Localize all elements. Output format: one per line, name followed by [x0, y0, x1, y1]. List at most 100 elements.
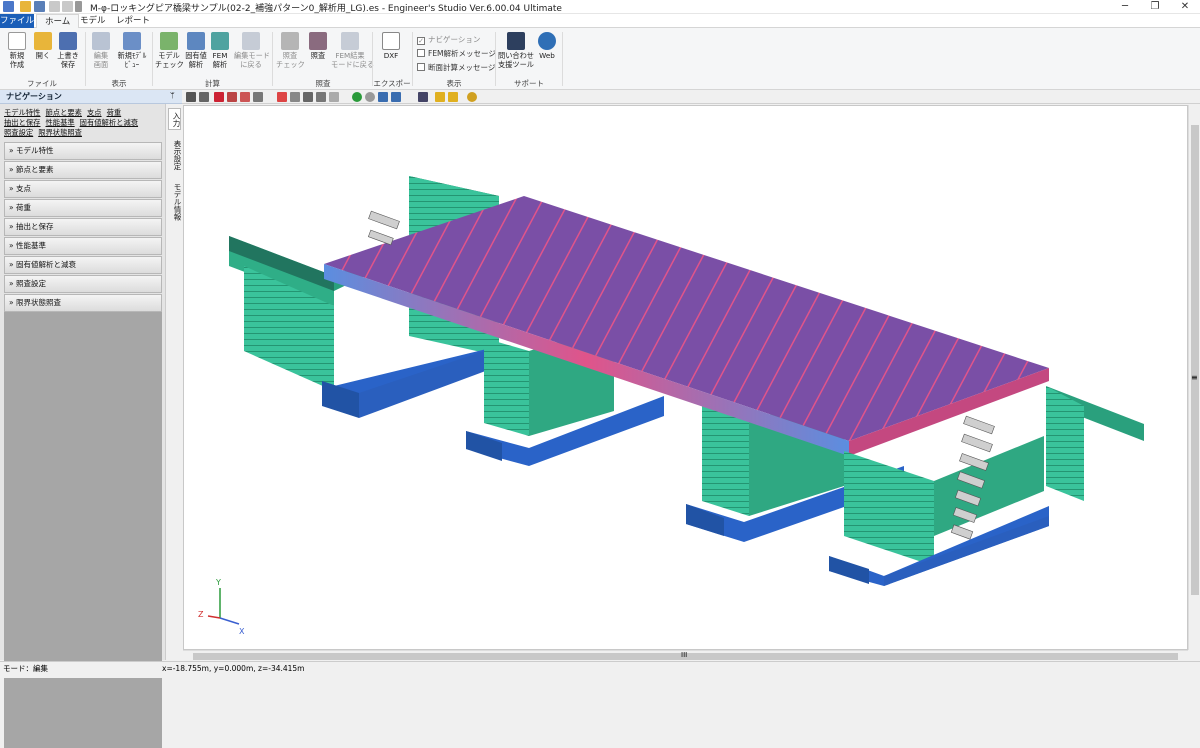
- ribbon-tabs: ファイル ホーム モデル レポート: [0, 14, 1200, 29]
- save-icon: [59, 32, 77, 50]
- nav-link[interactable]: 荷重: [107, 108, 122, 117]
- fem-message-checkbox[interactable]: FEM解析メッセージ: [417, 48, 496, 59]
- group-calc-label: 計算: [205, 79, 220, 88]
- model-check-button[interactable]: モデル チェック: [155, 32, 184, 69]
- verify-button[interactable]: 照査: [306, 32, 330, 61]
- save-button[interactable]: 上書き 保存: [56, 32, 80, 69]
- group-verify-label: 照査: [315, 79, 331, 88]
- edit-screen-icon: [92, 32, 110, 50]
- vertical-scroll-thumb[interactable]: [1191, 125, 1199, 595]
- open-quick-icon[interactable]: [20, 1, 31, 12]
- table-edit-icon[interactable]: [448, 92, 458, 102]
- pan-icon[interactable]: [303, 92, 313, 102]
- pin-icon[interactable]: ᛘ: [170, 91, 175, 100]
- zoom-window-icon[interactable]: [277, 92, 287, 102]
- axis-x-label: X: [239, 627, 245, 636]
- back-fem-icon: [341, 32, 359, 50]
- zoom-icon[interactable]: [290, 92, 300, 102]
- verify-check-button[interactable]: 照査 チェック: [276, 32, 305, 69]
- save-quick-icon[interactable]: [34, 1, 45, 12]
- model-check-icon: [160, 32, 178, 50]
- eigen-analysis-button[interactable]: 固有値 解析: [184, 32, 208, 69]
- fem-analysis-button[interactable]: FEM 解析: [209, 32, 231, 69]
- nav-link[interactable]: 抽出と保存: [4, 118, 40, 127]
- info-icon: [538, 32, 556, 50]
- dxf-icon: [382, 32, 400, 50]
- box-select-icon[interactable]: [199, 92, 209, 102]
- forward-icon[interactable]: [352, 92, 362, 102]
- navigation-title: ナビゲーション: [0, 90, 182, 104]
- axis-triad: Y Z X: [198, 578, 245, 636]
- model-viewport[interactable]: Y Z X: [183, 105, 1188, 650]
- tab-report[interactable]: レポート: [108, 14, 158, 28]
- close-button[interactable]: ✕: [1171, 0, 1199, 14]
- verify-icon: [309, 32, 327, 50]
- nav-section-nodes-elements[interactable]: » 節点と要素: [4, 161, 162, 179]
- nav-link[interactable]: 性能基準: [45, 118, 74, 127]
- vertical-scrollbar[interactable]: ≡: [1188, 105, 1200, 650]
- navigation-checkbox[interactable]: ✓ ナビゲーション: [417, 34, 480, 45]
- nav-link[interactable]: 支点: [87, 108, 102, 117]
- nav-section-extract-save[interactable]: » 抽出と保存: [4, 218, 162, 236]
- dxf-button[interactable]: DXF: [379, 32, 403, 61]
- display-2d-icon[interactable]: [378, 92, 388, 102]
- nav-links: モデル特性 節点と要素 支点 荷重 抽出と保存 性能基準 固有値解析と減衰 照査設定 限界状…: [4, 108, 162, 138]
- stop-icon[interactable]: [365, 92, 375, 102]
- display-3d-icon[interactable]: [391, 92, 401, 102]
- table-icon[interactable]: [435, 92, 445, 102]
- back-to-fem-button[interactable]: FEM結果 モードに戻る: [331, 32, 374, 69]
- quick-access-dropdown-icon[interactable]: [75, 1, 82, 12]
- reset-view-icon[interactable]: [329, 92, 339, 102]
- back-to-edit-button[interactable]: 編集モード に戻る: [234, 32, 270, 69]
- vtab-display-settings[interactable]: 表示設定: [168, 136, 182, 174]
- nav-empty-area: [4, 312, 162, 748]
- view-iso-icon[interactable]: [214, 92, 224, 102]
- view-top-icon[interactable]: [253, 92, 263, 102]
- web-button[interactable]: Web: [537, 32, 557, 61]
- nav-section-verify-settings[interactable]: » 照査設定: [4, 275, 162, 293]
- view-side-icon[interactable]: [240, 92, 250, 102]
- nav-section-limit-state[interactable]: » 限界状態照査: [4, 294, 162, 312]
- view-front-icon[interactable]: [227, 92, 237, 102]
- eigen-icon: [187, 32, 205, 50]
- nav-section-supports[interactable]: » 支点: [4, 180, 162, 198]
- redo-icon[interactable]: [62, 1, 73, 12]
- nav-link[interactable]: 限界状態照査: [38, 128, 82, 137]
- verify-check-icon: [281, 32, 299, 50]
- nav-section-eigen-damping[interactable]: » 固有値解析と減衰: [4, 256, 162, 274]
- select-all-icon[interactable]: [186, 92, 196, 102]
- edit-screen-button[interactable]: 編集 画面: [88, 32, 114, 69]
- nav-section-performance[interactable]: » 性能基準: [4, 237, 162, 255]
- group-display-label: 表示: [446, 79, 462, 88]
- nav-section-model-properties[interactable]: » モデル特性: [4, 142, 162, 160]
- new-button[interactable]: 新規 作成: [5, 32, 29, 69]
- nav-link[interactable]: 固有値解析と減衰: [80, 118, 138, 127]
- restore-button[interactable]: ❐: [1141, 0, 1169, 14]
- search-icon[interactable]: [467, 92, 477, 102]
- ribbon-separator: [495, 32, 496, 86]
- support-tool-button[interactable]: 問い合わせ 支援ツール: [498, 32, 534, 69]
- status-coordinates: x=-18.755m, y=0.000m, z=-34.415m: [162, 664, 305, 673]
- new-model-view-button[interactable]: 新規ﾓﾃﾞﾙ ﾋﾞｭｰ: [115, 32, 149, 69]
- open-button[interactable]: 開く: [32, 32, 54, 61]
- axis-y-label: Y: [215, 578, 221, 587]
- section-message-checkbox[interactable]: 断面計算メッセージ: [417, 62, 495, 73]
- nav-link[interactable]: 節点と要素: [45, 108, 81, 117]
- ribbon: 新規 作成 開く 上書き 保存 ファイル 編集 画面 新規ﾓﾃﾞﾙ ﾋﾞｭｰ 表…: [0, 28, 1200, 99]
- navigation-panel: ナビゲーション ᛘ モデル特性 節点と要素 支点 荷重 抽出と保存 性能基準 固有値解析と…: [0, 90, 182, 748]
- nav-link[interactable]: 照査設定: [4, 128, 33, 137]
- check-icon: ✓: [417, 37, 425, 45]
- horizontal-scrollbar[interactable]: III: [183, 650, 1188, 661]
- nav-link[interactable]: モデル特性: [4, 108, 40, 117]
- scroll-grip-icon: III: [681, 651, 688, 659]
- undo-icon[interactable]: [49, 1, 60, 12]
- vtab-input[interactable]: 入力: [168, 108, 181, 130]
- folder-icon: [34, 32, 52, 50]
- select-mode-icon[interactable]: [418, 92, 428, 102]
- nav-section-loads[interactable]: » 荷重: [4, 199, 162, 217]
- rotate-icon[interactable]: [316, 92, 326, 102]
- tab-file[interactable]: ファイル: [0, 14, 34, 28]
- view-toolbar: [182, 90, 1200, 104]
- minimize-button[interactable]: ─: [1111, 0, 1139, 14]
- vtab-model-info[interactable]: モデル情報: [168, 180, 182, 224]
